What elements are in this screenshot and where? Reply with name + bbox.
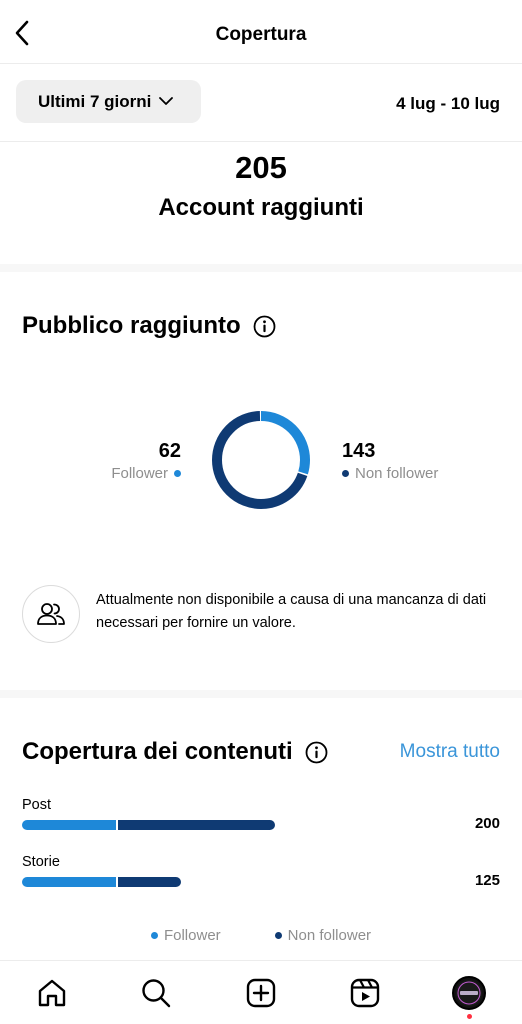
non-followers-legend: Non follower (342, 465, 438, 482)
bar-segment-non-follower (118, 820, 275, 830)
content-reach-section-title: Copertura dei contenuti (22, 738, 328, 766)
bottom-tab-bar (0, 960, 522, 1024)
notification-dot (467, 1014, 472, 1019)
bar-value-post: 200 (474, 815, 500, 832)
date-range-text: 4 lug - 10 lug (396, 94, 500, 113)
legend-item-non-follower: Non follower (274, 927, 372, 944)
followers-stat: 62 Follower (111, 440, 181, 482)
legend-follower-label: Follower (163, 927, 221, 944)
follower-dot (174, 470, 181, 477)
non-follower-dot (342, 470, 349, 477)
audience-section-title: Pubblico raggiunto (22, 312, 276, 340)
bar-label-stories: Storie (22, 854, 60, 870)
top-bar: Copertura (0, 0, 522, 64)
followers-label: Follower (111, 465, 168, 482)
bar-stories (22, 877, 181, 887)
home-icon (38, 979, 66, 1007)
chevron-down-icon (159, 97, 174, 106)
info-icon[interactable] (305, 741, 328, 764)
people-icon (37, 603, 65, 625)
follower-dot (150, 932, 158, 939)
legend-non-follower-label: Non follower (287, 927, 372, 944)
accounts-reached-label: Account raggiunti (158, 194, 364, 221)
bar-post (22, 820, 275, 830)
bar-segment-follower (22, 820, 117, 830)
range-dropdown-label: Ultimi 7 giorni (38, 91, 152, 111)
bar-segment-non-follower (118, 877, 181, 887)
unavailable-message: Attualmente non disponibile a causa di u… (96, 592, 487, 631)
show-all-link[interactable]: Mostra tutto (400, 741, 500, 763)
non-followers-stat: 143 Non follower (342, 440, 438, 482)
tab-profile[interactable] (451, 975, 487, 1011)
tab-reels[interactable] (347, 975, 383, 1011)
non-followers-label: Non follower (355, 465, 439, 482)
section-divider (0, 264, 522, 272)
section-divider (0, 690, 522, 698)
accounts-reached-total: 205 (235, 150, 287, 185)
non-followers-count: 143 (342, 440, 376, 462)
profile-avatar (452, 976, 486, 1010)
content-reach-title-text: Copertura dei contenuti (22, 738, 293, 765)
audience-title-text: Pubblico raggiunto (22, 312, 241, 339)
legend-item-follower: Follower (150, 927, 221, 944)
non-follower-dot (274, 932, 282, 939)
range-dropdown[interactable]: Ultimi 7 giorni (16, 80, 201, 123)
bar-legend: Follower Non follower (0, 927, 522, 944)
reels-icon (350, 978, 380, 1008)
followers-count: 62 (158, 440, 181, 462)
bar-label-post: Post (22, 797, 52, 813)
bar-segment-follower (22, 877, 117, 887)
people-icon-circle (22, 585, 80, 643)
date-range-row: Ultimi 7 giorni 4 lug - 10 lug (0, 64, 522, 142)
tab-search[interactable] (138, 975, 174, 1011)
tab-home[interactable] (34, 975, 70, 1011)
search-icon (142, 979, 171, 1008)
audience-donut-chart (210, 409, 312, 511)
followers-legend: Follower (111, 465, 181, 482)
create-icon (246, 978, 276, 1008)
info-icon[interactable] (253, 315, 276, 338)
tab-create[interactable] (243, 975, 279, 1011)
page-title: Copertura (215, 24, 307, 45)
bar-value-stories: 125 (474, 872, 500, 889)
